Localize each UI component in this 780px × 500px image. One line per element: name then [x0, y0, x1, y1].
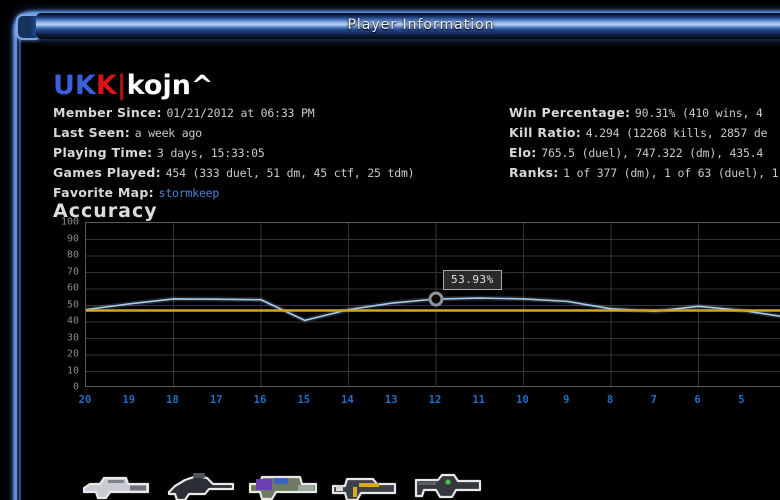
stat-label: Member Since:	[53, 105, 167, 120]
stat-value: 01/21/2012 at 06:33 PM	[167, 106, 315, 120]
stat-row-right-1: Kill Ratio: 4.294 (12268 kills, 2857 de	[509, 123, 778, 143]
player-name: UKK|kojn^	[53, 70, 214, 101]
stat-label: Last Seen:	[53, 125, 135, 140]
stat-label: Win Percentage:	[509, 105, 635, 120]
chart-y-tick-70: 70	[67, 266, 79, 277]
chart-x-tick-5: 5	[738, 394, 744, 406]
chart-x-tick-6: 6	[694, 394, 700, 406]
stat-value: 4.294 (12268 kills, 2857 de	[586, 126, 768, 140]
stat-value: 90.31% (410 wins, 4	[635, 106, 763, 120]
chart-x-tick-14: 14	[341, 394, 354, 406]
chart-y-tick-40: 40	[67, 316, 79, 327]
chart-plot-area[interactable]	[85, 222, 780, 387]
chart-y-tick-0: 0	[73, 382, 79, 393]
chart-x-tick-13: 13	[385, 394, 398, 406]
stat-label: Elo:	[509, 145, 541, 160]
player-information-window: Player Information UKK|kojn^ Member Sinc…	[0, 0, 780, 500]
chart-x-tick-19: 19	[122, 394, 135, 406]
window-titlebar: Player Information	[36, 13, 780, 39]
chart-x-tick-15: 15	[297, 394, 310, 406]
stat-value: 765.5 (duel), 747.322 (dm), 435.4	[541, 146, 763, 160]
chart-y-tick-50: 50	[67, 299, 79, 310]
chart-x-tick-8: 8	[607, 394, 613, 406]
weapon-tab-shotgun[interactable]: Shotgun	[389, 464, 509, 500]
chart-y-tick-80: 80	[67, 250, 79, 261]
accuracy-chart: 0102030405060708090100 20191817161514131…	[0, 222, 780, 397]
chart-y-tick-90: 90	[67, 233, 79, 244]
stat-value: 1 of 377 (dm), 1 of 63 (duel), 1	[563, 166, 778, 180]
stat-value: a week ago	[135, 126, 202, 140]
stat-value: 454 (333 duel, 51 dm, 45 ctf, 25 tdm)	[166, 166, 415, 180]
weapon-tab-bar: NexRifleMinstanexUziShotgun	[0, 464, 780, 500]
chart-y-axis-labels: 0102030405060708090100	[52, 222, 79, 387]
player-stats-right-column: Win Percentage: 90.31% (410 wins, 4Kill …	[509, 103, 778, 183]
player-name-part-0: UK	[53, 70, 96, 101]
chart-x-tick-18: 18	[166, 394, 179, 406]
chart-y-tick-60: 60	[67, 283, 79, 294]
chart-highlight-marker[interactable]	[430, 293, 442, 305]
window-title: Player Information	[36, 17, 780, 33]
chart-x-axis-labels: 2019181716151413121110987654	[85, 394, 780, 410]
stat-row-right-3: Ranks: 1 of 377 (dm), 1 of 63 (duel), 1	[509, 163, 778, 183]
chart-y-tick-30: 30	[67, 332, 79, 343]
chart-y-tick-10: 10	[67, 365, 79, 376]
stat-label: Favorite Map:	[53, 185, 159, 200]
chart-x-tick-7: 7	[651, 394, 657, 406]
chart-x-tick-16: 16	[254, 394, 267, 406]
chart-y-tick-100: 100	[61, 217, 79, 228]
stat-row-right-0: Win Percentage: 90.31% (410 wins, 4	[509, 103, 778, 123]
chart-y-tick-20: 20	[67, 349, 79, 360]
player-stats-left-column: Member Since: 01/21/2012 at 06:33 PMLast…	[53, 103, 414, 203]
chart-x-tick-12: 12	[429, 394, 442, 406]
chart-x-tick-20: 20	[79, 394, 92, 406]
stat-row-right-2: Elo: 765.5 (duel), 747.322 (dm), 435.4	[509, 143, 778, 163]
shotgun-weapon-icon	[389, 464, 509, 500]
stat-label: Playing Time:	[53, 145, 157, 160]
stat-label: Ranks:	[509, 165, 563, 180]
stat-row-left-3: Games Played: 454 (333 duel, 51 dm, 45 c…	[53, 163, 414, 183]
chart-point-tooltip: 53.93%	[443, 270, 502, 290]
stat-row-left-0: Member Since: 01/21/2012 at 06:33 PM	[53, 103, 414, 123]
player-name-part-2: |	[117, 70, 127, 101]
chart-x-tick-17: 17	[210, 394, 223, 406]
chart-svg	[86, 223, 780, 388]
player-name-part-1: K	[96, 70, 117, 101]
stat-row-left-1: Last Seen: a week ago	[53, 123, 414, 143]
stat-value-link[interactable]: stormkeep	[159, 186, 220, 200]
stat-label: Kill Ratio:	[509, 125, 586, 140]
chart-x-tick-10: 10	[516, 394, 529, 406]
chart-x-tick-9: 9	[563, 394, 569, 406]
player-name-part-3: kojn^	[127, 70, 214, 101]
stat-value: 3 days, 15:33:05	[157, 146, 265, 160]
stat-label: Games Played:	[53, 165, 166, 180]
stat-row-left-2: Playing Time: 3 days, 15:33:05	[53, 143, 414, 163]
chart-x-tick-11: 11	[472, 394, 485, 406]
window-content: UKK|kojn^ Member Since: 01/21/2012 at 06…	[0, 52, 780, 500]
